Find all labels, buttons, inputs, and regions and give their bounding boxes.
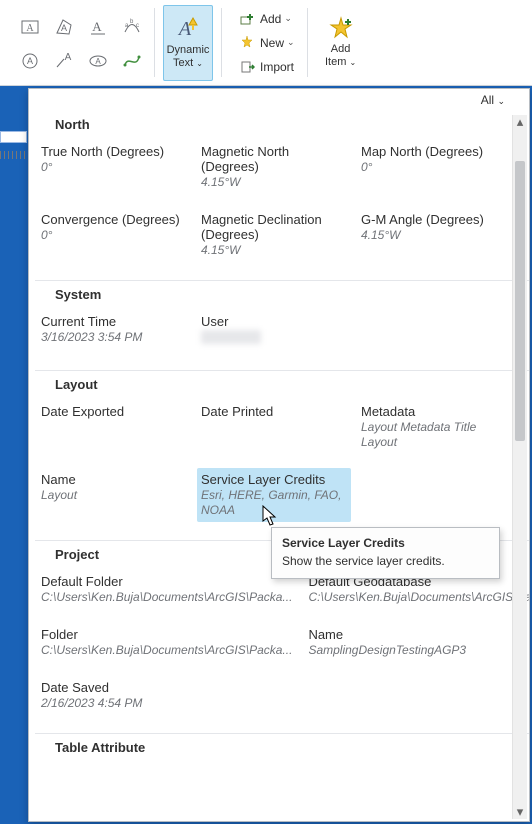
new-icon xyxy=(238,35,256,51)
item-date-saved[interactable]: Date Saved 2/16/2023 4:54 PM xyxy=(37,676,298,715)
item-project-folder[interactable]: Folder C:\Users\Ken.Buja\Documents\ArcGI… xyxy=(37,623,298,662)
add-item-button[interactable]: Add Item ⌄ xyxy=(316,5,366,81)
import-icon xyxy=(238,59,256,75)
add-command[interactable]: Add⌄ xyxy=(234,8,299,30)
scroll-down-icon[interactable]: ▾ xyxy=(513,805,527,819)
tooltip-service-layer-credits: Service Layer Credits Show the service l… xyxy=(271,527,500,579)
text-leader-button[interactable]: A xyxy=(48,45,80,77)
item-date-printed[interactable]: Date Printed xyxy=(197,400,351,454)
dynamic-text-icon: A xyxy=(175,15,201,41)
star-plus-icon xyxy=(329,16,353,40)
svg-text:A: A xyxy=(27,56,33,66)
svg-text:A: A xyxy=(61,23,67,33)
new-label: New xyxy=(260,36,284,50)
tooltip-title: Service Layer Credits xyxy=(282,536,489,550)
tooltip-body: Show the service layer credits. xyxy=(282,554,489,568)
item-user[interactable]: User xyxy=(197,310,351,352)
item-default-folder[interactable]: Default Folder C:\Users\Ken.Buja\Documen… xyxy=(37,570,298,609)
svg-text:A: A xyxy=(177,18,192,40)
import-command[interactable]: Import xyxy=(234,56,299,78)
svg-text:c: c xyxy=(136,23,139,29)
svg-text:A: A xyxy=(26,23,34,34)
svg-text:A: A xyxy=(92,19,102,34)
filter-all-button[interactable]: All ⌄ xyxy=(481,93,505,115)
new-command[interactable]: New⌄ xyxy=(234,32,299,54)
add-label: Add xyxy=(260,12,281,26)
text-tools-group: A A A abc A A A xyxy=(10,2,150,83)
dynamic-text-group: A Dynamic Text ⌄ xyxy=(159,2,217,83)
section-layout-heading: Layout xyxy=(35,370,529,396)
dynamic-text-dropdown-panel: All ⌄ North True North (Degrees) 0° Magn… xyxy=(28,88,530,822)
text-spline-button[interactable] xyxy=(116,45,148,77)
ribbon: A A A abc A A A xyxy=(0,0,532,86)
add-item-group: Add Item ⌄ xyxy=(312,2,370,83)
panel-scrollbar[interactable]: ▴ ▾ xyxy=(512,115,527,819)
text-horizontal-button[interactable]: A xyxy=(14,11,46,43)
section-north-heading: North xyxy=(35,115,529,136)
item-gm-angle[interactable]: G-M Angle (Degrees) 4.15°W xyxy=(357,208,511,262)
svg-text:b: b xyxy=(130,19,134,25)
item-project-name[interactable]: Name SamplingDesignTestingAGP3 xyxy=(304,623,529,662)
item-service-layer-credits[interactable]: Service Layer Credits Esri, HERE, Garmin… xyxy=(197,468,351,522)
text-polygon-button[interactable]: A xyxy=(48,11,80,43)
section-table-attribute-heading: Table Attribute xyxy=(35,733,529,759)
user-value-redacted xyxy=(201,330,261,344)
import-label: Import xyxy=(260,60,294,74)
svg-text:A: A xyxy=(95,57,101,66)
item-current-time[interactable]: Current Time 3/16/2023 3:54 PM xyxy=(37,310,191,352)
page-edge xyxy=(0,131,27,143)
text-ellipse-button[interactable]: A xyxy=(82,45,114,77)
add-icon xyxy=(238,11,256,27)
text-circle-button[interactable]: A xyxy=(14,45,46,77)
item-metadata[interactable]: Metadata Layout Metadata Title Layout xyxy=(357,400,511,454)
text-curved-button[interactable]: abc xyxy=(116,11,148,43)
scroll-thumb[interactable] xyxy=(515,161,525,441)
scroll-up-icon[interactable]: ▴ xyxy=(513,115,527,129)
item-convergence[interactable]: Convergence (Degrees) 0° xyxy=(37,208,191,262)
add-item-label: Add Item xyxy=(325,43,350,68)
item-true-north[interactable]: True North (Degrees) 0° xyxy=(37,140,191,194)
item-magnetic-declination[interactable]: Magnetic Declination (Degrees) 4.15°W xyxy=(197,208,351,262)
insert-group: Add⌄ New⌄ Import xyxy=(226,2,303,83)
ruler xyxy=(0,148,30,162)
item-magnetic-north[interactable]: Magnetic North (Degrees) 4.15°W xyxy=(197,140,351,194)
section-system-heading: System xyxy=(35,280,529,306)
item-map-north[interactable]: Map North (Degrees) 0° xyxy=(357,140,511,194)
item-layout-name[interactable]: Name Layout xyxy=(37,468,191,522)
dynamic-text-button[interactable]: A Dynamic Text ⌄ xyxy=(163,5,213,81)
svg-text:A: A xyxy=(65,52,72,63)
text-straight-button[interactable]: A xyxy=(82,11,114,43)
item-date-exported[interactable]: Date Exported xyxy=(37,400,191,454)
dynamic-text-label: Dynamic Text xyxy=(167,44,210,69)
